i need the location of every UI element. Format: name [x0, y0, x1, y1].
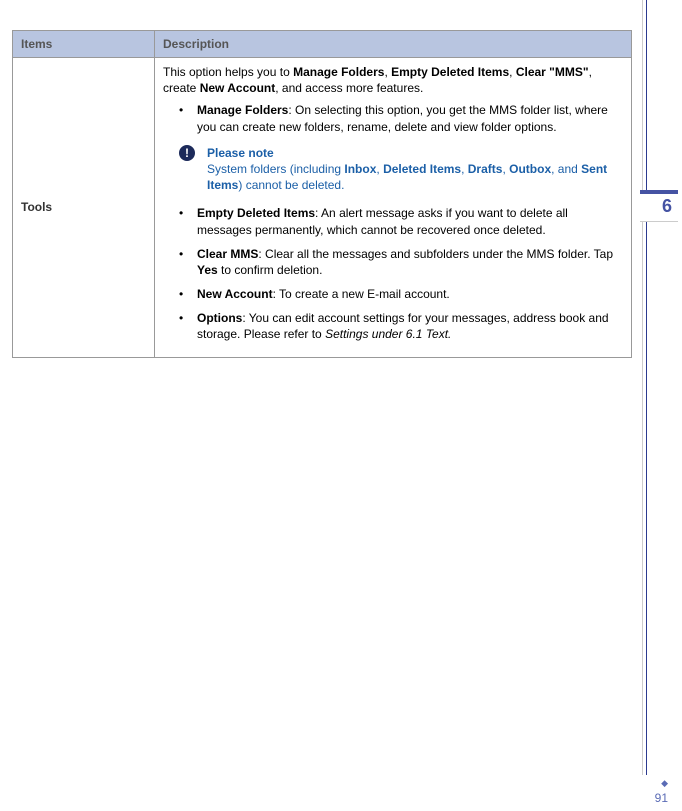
header-description: Description [155, 31, 632, 58]
items-description-table: Items Description Tools This option help… [12, 30, 632, 358]
list-item: Clear MMS: Clear all the messages and su… [163, 246, 623, 278]
divider-line [642, 0, 643, 775]
text: , and [551, 162, 581, 176]
bold-text: Empty Deleted Items [197, 206, 315, 220]
text: , [509, 65, 516, 79]
chapter-bar-bottom [640, 221, 678, 222]
text: This option helps you to [163, 65, 293, 79]
text: to confirm deletion. [218, 263, 323, 277]
list-item: New Account: To create a new E-mail acco… [163, 286, 623, 302]
row-description: This option helps you to Manage Folders,… [155, 58, 632, 358]
bullet-list-top: Manage Folders: On selecting this option… [163, 102, 623, 134]
page-number: 91 [655, 791, 668, 805]
right-rail: 6 [642, 0, 668, 811]
header-items: Items [13, 31, 155, 58]
bold-text: Clear MMS [197, 247, 258, 261]
bold-text: Clear "MMS" [516, 65, 589, 79]
bold-text: Yes [197, 263, 218, 277]
divider-line [646, 0, 647, 775]
note-title: Please note [207, 145, 623, 161]
bold-text: Inbox [344, 162, 376, 176]
bold-text: Deleted Items [383, 162, 461, 176]
list-item: Options: You can edit account settings f… [163, 310, 623, 342]
bold-text: New Account [200, 81, 276, 95]
table-row: Tools This option helps you to Manage Fo… [13, 58, 632, 358]
bold-text: Manage Folders [293, 65, 384, 79]
note-block: ! Please note System folders (including … [179, 145, 623, 194]
bold-text: Manage Folders [197, 103, 288, 117]
list-item: Manage Folders: On selecting this option… [163, 102, 623, 134]
chapter-marker: 6 [640, 190, 672, 222]
bold-text: New Account [197, 287, 273, 301]
note-icon: ! [179, 145, 195, 161]
text: : To create a new E-mail account. [273, 287, 450, 301]
page-body: Items Description Tools This option help… [0, 0, 682, 780]
page-number-block: ◆ 91 [655, 778, 668, 805]
text: System folders (including [207, 162, 344, 176]
chapter-number: 6 [662, 196, 672, 217]
list-item: Empty Deleted Items: An alert message as… [163, 205, 623, 237]
note-text: Please note System folders (including In… [207, 145, 623, 194]
bullet-list-bottom: Empty Deleted Items: An alert message as… [163, 205, 623, 342]
chapter-bar [640, 190, 678, 194]
text: , [461, 162, 468, 176]
intro-paragraph: This option helps you to Manage Folders,… [163, 64, 623, 96]
diamond-icon: ◆ [655, 778, 668, 789]
text: ) cannot be deleted. [238, 178, 344, 192]
row-label-tools: Tools [13, 58, 155, 358]
text: : Clear all the messages and subfolders … [258, 247, 613, 261]
bold-text: Outbox [509, 162, 551, 176]
italic-ref: Settings under 6.1 Text. [325, 327, 451, 341]
bold-text: Options [197, 311, 242, 325]
bold-text: Drafts [468, 162, 503, 176]
bold-text: Empty Deleted Items [391, 65, 509, 79]
text: , and access more features. [275, 81, 423, 95]
table-header-row: Items Description [13, 31, 632, 58]
